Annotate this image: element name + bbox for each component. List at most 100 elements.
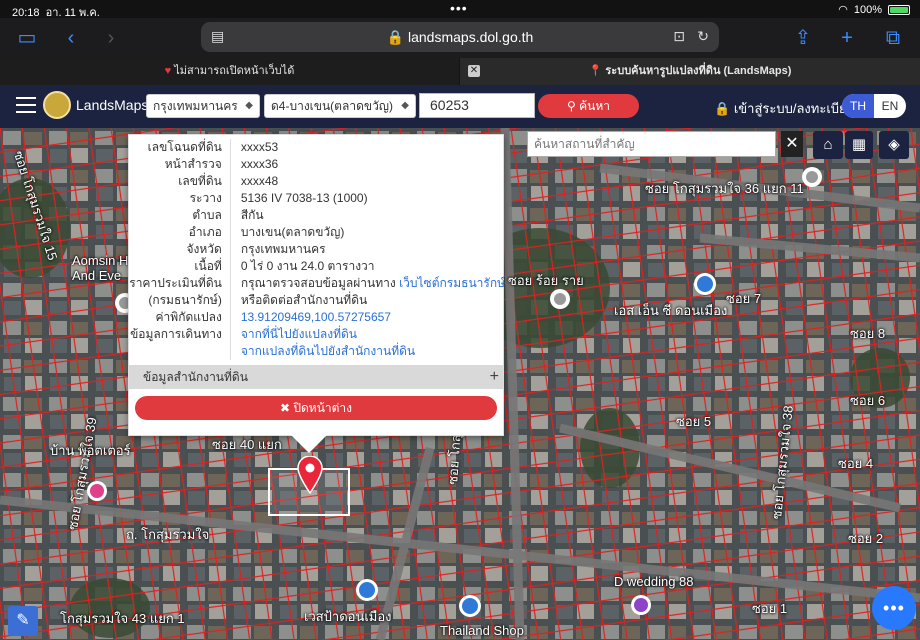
chevron-down-icon: ◆ <box>245 100 253 111</box>
info-key: ค่าพิกัดแปลง <box>155 310 222 324</box>
tab-landsmaps[interactable]: ✕ 📍 ระบบค้นหารูปแปลงที่ดิน (LandsMaps) <box>460 58 920 85</box>
close-tab-icon[interactable]: ✕ <box>468 65 480 77</box>
more-options-button[interactable]: ••• <box>872 586 916 630</box>
info-value: xxxx53 <box>229 139 505 156</box>
info-row: ตำบล สีกัน <box>129 207 505 224</box>
info-key: จังหวัด <box>186 242 222 256</box>
parcel-info-table: เลขโฉนดที่ดิน xxxx53 หน้าสำรวจ xxxx36 เลขที่… <box>129 139 505 360</box>
info-row: จังหวัด กรุงเทพมหานคร <box>129 241 505 258</box>
info-row: ระวาง 5136 IV 7038-13 (1000) <box>129 190 505 207</box>
tab-error[interactable]: ♥ ไม่สามารถเปิดหน้าเว็บได้ <box>0 58 459 85</box>
info-row: อำเภอ บางเขน(ตลาดขวัญ) <box>129 224 505 241</box>
info-key: เนื้อที่ <box>194 259 222 273</box>
share-icon[interactable]: ⇪ <box>790 25 816 51</box>
tab-bar: ♥ ไม่สามารถเปิดหน้าเว็บได้ ✕ 📍 ระบบค้นหา… <box>0 58 920 85</box>
route-to-parcel-link[interactable]: จากที่นี่ไปยังแปลงที่ดิน <box>241 327 357 341</box>
info-row: จากแปลงที่ดินไปยังสำนักงานที่ดิน <box>129 343 505 360</box>
language-toggle[interactable]: TH EN <box>842 94 906 118</box>
info-key: ราคาประเมินที่ดิน <box>129 276 222 290</box>
close-window-button[interactable]: ✖ ปิดหน้าต่าง <box>135 396 497 420</box>
login-link[interactable]: 🔒 เข้าสู่ระบบ/ลงทะเบียน <box>714 98 856 119</box>
info-row: หน้าสำรวจ xxxx36 <box>129 156 505 173</box>
location-pin-icon[interactable] <box>297 456 323 494</box>
browser-toolbar: ▭ ‹ › ▤ 🔒 landsmaps.dol.go.th ⊡ ↻ ⇪ + ⧉ <box>0 18 920 58</box>
search-button[interactable]: ⚲ ค้นหา <box>538 94 639 118</box>
route-to-office-link[interactable]: จากแปลงที่ดินไปยังสำนักงานที่ดิน <box>241 344 415 358</box>
address-bar[interactable]: ▤ 🔒 landsmaps.dol.go.th ⊡ ↻ <box>201 22 719 52</box>
battery-percent: 100% <box>853 3 882 16</box>
info-value: xxxx48 <box>229 173 505 190</box>
forward-icon[interactable]: › <box>98 25 124 51</box>
parcel-number-input[interactable]: 60253 <box>419 93 535 118</box>
street-label: ซอย โกสุมรวมใจ 36 แยก 11 <box>645 181 804 196</box>
back-icon[interactable]: ‹ <box>58 25 84 51</box>
street-label: ซอย 6 <box>850 393 886 408</box>
url-text: 🔒 landsmaps.dol.go.th <box>386 29 534 45</box>
coordinate-link[interactable]: 13.91209469,100.57275657 <box>241 310 391 324</box>
info-key: เลขที่ดิน <box>178 174 222 188</box>
info-value: กรุงเทพมหานคร <box>229 241 505 258</box>
new-tab-icon[interactable]: + <box>834 25 860 51</box>
tabs-overview-icon[interactable]: ⧉ <box>880 25 906 51</box>
app-header: LandsMaps กรุงเทพมหานคร ◆ ด4-บางเขน(ตลาดข… <box>0 85 920 128</box>
measure-tool-icon[interactable]: ✎ <box>8 606 38 636</box>
info-key: (กรมธนารักษ์) <box>148 293 222 307</box>
place-label: Thailand Shop <box>440 623 524 638</box>
street-label: โกสุมรวมใจ 43 แยก 1 <box>60 611 185 626</box>
menu-icon[interactable] <box>16 97 36 113</box>
info-row: ค่าพิกัดแปลง 13.91209469,100.57275657 <box>129 309 505 326</box>
sidebar-icon[interactable]: ▭ <box>14 25 40 51</box>
grid-icon[interactable]: ▦ <box>845 131 873 159</box>
dol-logo <box>43 91 71 119</box>
street-label: ซอย ร้อย ราย <box>508 273 584 288</box>
info-value: บางเขน(ตลาดขวัญ) <box>229 224 505 241</box>
place-search-input[interactable]: ค้นหาสถานที่สำคัญ <box>527 131 776 157</box>
place-label: บ้าน พอตเตอร์ <box>50 443 131 458</box>
place-label: เอส เอ็น ซี ดอนเมือง <box>614 303 728 318</box>
reload-icon[interactable]: ↻ <box>697 28 709 45</box>
info-value: สีกัน <box>229 207 505 224</box>
parcel-info-popup: เลขโฉนดที่ดิน xxxx53 หน้าสำรวจ xxxx36 เลขที่… <box>128 134 505 453</box>
street-label: ซอย 2 <box>848 531 884 546</box>
info-key: อำเภอ <box>188 225 222 239</box>
street-label: ซอย 7 <box>726 291 762 306</box>
info-value: 0 ไร่ 0 งาน 24.0 ตารางวา <box>229 258 505 275</box>
clear-search-icon[interactable]: ✕ <box>781 131 803 157</box>
office-poi-icon[interactable] <box>693 272 717 300</box>
home-icon[interactable]: ⌂ <box>813 131 843 159</box>
wifi-icon: ◠ <box>838 4 848 16</box>
province-select[interactable]: กรุงเทพมหานคร ◆ <box>146 94 260 118</box>
info-row: ราคาประเมินที่ดิน กรุณาตรวจสอบข้อมูลผ่าน… <box>129 275 505 292</box>
info-value: 5136 IV 7038-13 (1000) <box>229 190 505 207</box>
location-favicon-icon: 📍 <box>588 65 603 77</box>
street-label: ซอย 40 แยก <box>212 437 282 452</box>
place-poi-icon[interactable] <box>801 166 823 192</box>
multitask-dots[interactable]: ••• <box>450 0 468 16</box>
lock-icon: 🔒 <box>714 101 731 116</box>
street-label: ซอย 1 <box>752 601 788 616</box>
brand-name: LandsMaps <box>76 97 149 113</box>
error-favicon-icon: ♥ <box>164 65 172 77</box>
info-row: เลขที่ดิน xxxx48 <box>129 173 505 190</box>
wedding-poi-icon[interactable] <box>630 594 652 620</box>
shop-poi-icon[interactable] <box>86 480 108 506</box>
treasury-link[interactable]: เว็บไซต์กรมธนารักษ์ <box>399 276 505 290</box>
land-office-section[interactable]: ข้อมูลสำนักงานที่ดิน + <box>129 365 503 389</box>
place-label: And Eve <box>72 268 122 283</box>
info-row: ข้อมูลการเดินทาง จากที่นี่ไปยังแปลงที่ดิ… <box>129 326 505 343</box>
office-poi-icon[interactable] <box>355 578 379 606</box>
office-poi-icon[interactable] <box>458 594 482 622</box>
info-key: ตำบล <box>192 208 222 222</box>
lang-en-button[interactable]: EN <box>874 94 906 118</box>
place-poi-icon[interactable] <box>549 288 571 314</box>
lang-th-button[interactable]: TH <box>842 94 874 118</box>
district-select[interactable]: ด4-บางเขน(ตลาดขวัญ) ◆ <box>264 94 416 118</box>
place-label: เวสป้าดอนเมือง <box>304 609 392 624</box>
status-bar: 20:18 อา. 11 พ.ค. ••• ◠ 100% <box>0 0 920 19</box>
street-label: ซอย 5 <box>676 414 712 429</box>
info-key: ข้อมูลการเดินทาง <box>130 327 222 341</box>
layers-icon[interactable]: ◈ <box>879 131 909 159</box>
expand-plus-icon[interactable]: + <box>490 365 499 389</box>
info-value: หรือติดต่อสำนักงานที่ดิน <box>229 292 505 309</box>
reader-icon[interactable]: ⊡ <box>673 28 685 45</box>
